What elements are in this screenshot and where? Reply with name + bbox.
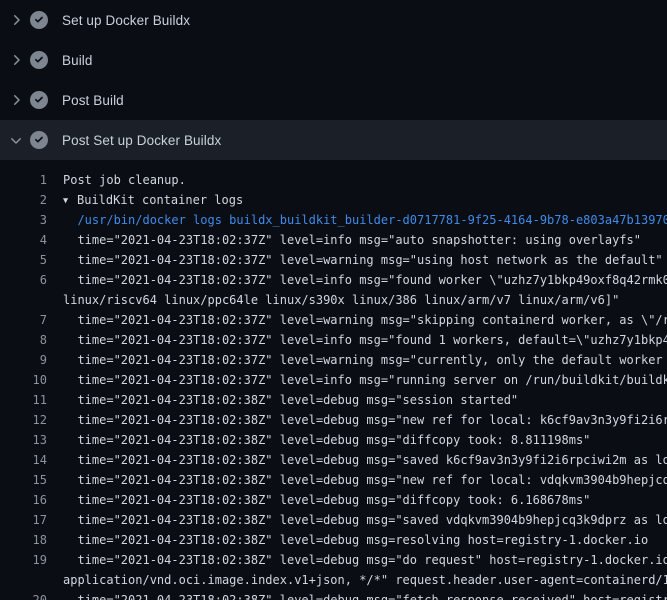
- log-row: 17 time="2021-04-23T18:02:38Z" level=deb…: [0, 510, 667, 530]
- log-row: linux/riscv64 linux/ppc64le linux/s390x …: [0, 290, 667, 310]
- line-number[interactable]: 15: [0, 473, 47, 487]
- log-row: 4 time="2021-04-23T18:02:37Z" level=info…: [0, 230, 667, 250]
- log-row: 6 time="2021-04-23T18:02:37Z" level=info…: [0, 270, 667, 290]
- line-number[interactable]: 1: [0, 173, 47, 187]
- section-title: Build: [62, 53, 93, 68]
- log-line-text: time="2021-04-23T18:02:38Z" level=debug …: [63, 473, 667, 487]
- log-line-text: time="2021-04-23T18:02:37Z" level=warnin…: [63, 253, 663, 267]
- line-number[interactable]: 14: [0, 453, 47, 467]
- line-number[interactable]: 4: [0, 233, 47, 247]
- line-number[interactable]: 3: [0, 213, 47, 227]
- section-title: Post Build: [62, 93, 124, 108]
- log-line-text: time="2021-04-23T18:02:37Z" level=warnin…: [63, 353, 667, 367]
- log-row: 1 Post job cleanup.: [0, 170, 667, 190]
- log-line-text: time="2021-04-23T18:02:37Z" level=info m…: [63, 373, 667, 387]
- check-circle-icon: [30, 131, 48, 149]
- line-number[interactable]: 2: [0, 193, 47, 207]
- log-line-text: time="2021-04-23T18:02:38Z" level=debug …: [63, 453, 667, 467]
- log-row: 19 time="2021-04-23T18:02:38Z" level=deb…: [0, 550, 667, 570]
- line-number[interactable]: 7: [0, 313, 47, 327]
- chevron-right-icon: [8, 12, 24, 28]
- section-title: Set up Docker Buildx: [62, 13, 190, 28]
- log-line-text: time="2021-04-23T18:02:38Z" level=debug …: [63, 433, 590, 447]
- log-row: 3 /usr/bin/docker logs buildx_buildkit_b…: [0, 210, 667, 230]
- line-number[interactable]: 8: [0, 333, 47, 347]
- section-title: Post Set up Docker Buildx: [62, 133, 221, 148]
- section-header-set-up-docker-buildx[interactable]: Set up Docker Buildx: [0, 0, 667, 40]
- log-line-text: time="2021-04-23T18:02:37Z" level=warnin…: [63, 313, 667, 327]
- log-line-text: time="2021-04-23T18:02:37Z" level=info m…: [63, 273, 667, 287]
- log-row: 9 time="2021-04-23T18:02:37Z" level=warn…: [0, 350, 667, 370]
- log-group-label: BuildKit container logs: [77, 193, 243, 207]
- section-header-post-build[interactable]: Post Build: [0, 80, 667, 120]
- log-row: 18 time="2021-04-23T18:02:38Z" level=deb…: [0, 530, 667, 550]
- log-line-text: time="2021-04-23T18:02:38Z" level=debug …: [63, 513, 667, 527]
- line-number[interactable]: 9: [0, 353, 47, 367]
- line-number[interactable]: 10: [0, 373, 47, 387]
- line-number[interactable]: 19: [0, 553, 47, 567]
- chevron-down-icon: [8, 132, 24, 148]
- log-line-text: time="2021-04-23T18:02:37Z" level=info m…: [63, 333, 667, 347]
- log-line-text: application/vnd.oci.image.index.v1+json,…: [63, 573, 667, 587]
- log-row: 5 time="2021-04-23T18:02:37Z" level=warn…: [0, 250, 667, 270]
- line-number[interactable]: 13: [0, 433, 47, 447]
- section-header-post-set-up-docker-buildx[interactable]: Post Set up Docker Buildx: [0, 120, 667, 160]
- log-row: 11 time="2021-04-23T18:02:38Z" level=deb…: [0, 390, 667, 410]
- log-row: application/vnd.oci.image.index.v1+json,…: [0, 570, 667, 590]
- log-line-text: /usr/bin/docker logs buildx_buildkit_bui…: [63, 213, 667, 227]
- log-group-toggle[interactable]: ▼BuildKit container logs: [63, 193, 243, 207]
- line-number[interactable]: 6: [0, 273, 47, 287]
- log-row: 12 time="2021-04-23T18:02:38Z" level=deb…: [0, 410, 667, 430]
- log-line-text: time="2021-04-23T18:02:37Z" level=info m…: [63, 233, 641, 247]
- section-header-build[interactable]: Build: [0, 40, 667, 80]
- log-row: 13 time="2021-04-23T18:02:38Z" level=deb…: [0, 430, 667, 450]
- line-number[interactable]: 17: [0, 513, 47, 527]
- log-line-text: time="2021-04-23T18:02:38Z" level=debug …: [63, 413, 667, 427]
- line-number[interactable]: 5: [0, 253, 47, 267]
- log-row: 2 ▼BuildKit container logs: [0, 190, 667, 210]
- log-line-text: time="2021-04-23T18:02:38Z" level=debug …: [63, 533, 648, 547]
- log-line-text: time="2021-04-23T18:02:38Z" level=debug …: [63, 493, 590, 507]
- log-row: 10 time="2021-04-23T18:02:37Z" level=inf…: [0, 370, 667, 390]
- check-circle-icon: [30, 91, 48, 109]
- line-number[interactable]: 16: [0, 493, 47, 507]
- line-number[interactable]: 18: [0, 533, 47, 547]
- log-row: 14 time="2021-04-23T18:02:38Z" level=deb…: [0, 450, 667, 470]
- log-line-text: Post job cleanup.: [63, 173, 186, 187]
- line-number[interactable]: 20: [0, 593, 47, 600]
- log-output: 1 Post job cleanup. 2 ▼BuildKit container l…: [0, 160, 667, 600]
- log-line-text: time="2021-04-23T18:02:38Z" level=debug …: [63, 593, 667, 600]
- job-log-panel: Set up Docker Buildx Build Post Build Po…: [0, 0, 667, 600]
- log-row: 15 time="2021-04-23T18:02:38Z" level=deb…: [0, 470, 667, 490]
- line-number[interactable]: 11: [0, 393, 47, 407]
- group-expanded-triangle-icon[interactable]: ▼: [63, 196, 77, 206]
- log-row: 8 time="2021-04-23T18:02:37Z" level=info…: [0, 330, 667, 350]
- log-row: 16 time="2021-04-23T18:02:38Z" level=deb…: [0, 490, 667, 510]
- log-row: 7 time="2021-04-23T18:02:37Z" level=warn…: [0, 310, 667, 330]
- chevron-right-icon: [8, 52, 24, 68]
- line-number[interactable]: 12: [0, 413, 47, 427]
- log-line-text: time="2021-04-23T18:02:38Z" level=debug …: [63, 553, 667, 567]
- log-line-text: linux/riscv64 linux/ppc64le linux/s390x …: [63, 293, 619, 307]
- log-row: 20 time="2021-04-23T18:02:38Z" level=deb…: [0, 590, 667, 600]
- log-line-text: time="2021-04-23T18:02:38Z" level=debug …: [63, 393, 518, 407]
- chevron-right-icon: [8, 92, 24, 108]
- check-circle-icon: [30, 11, 48, 29]
- check-circle-icon: [30, 51, 48, 69]
